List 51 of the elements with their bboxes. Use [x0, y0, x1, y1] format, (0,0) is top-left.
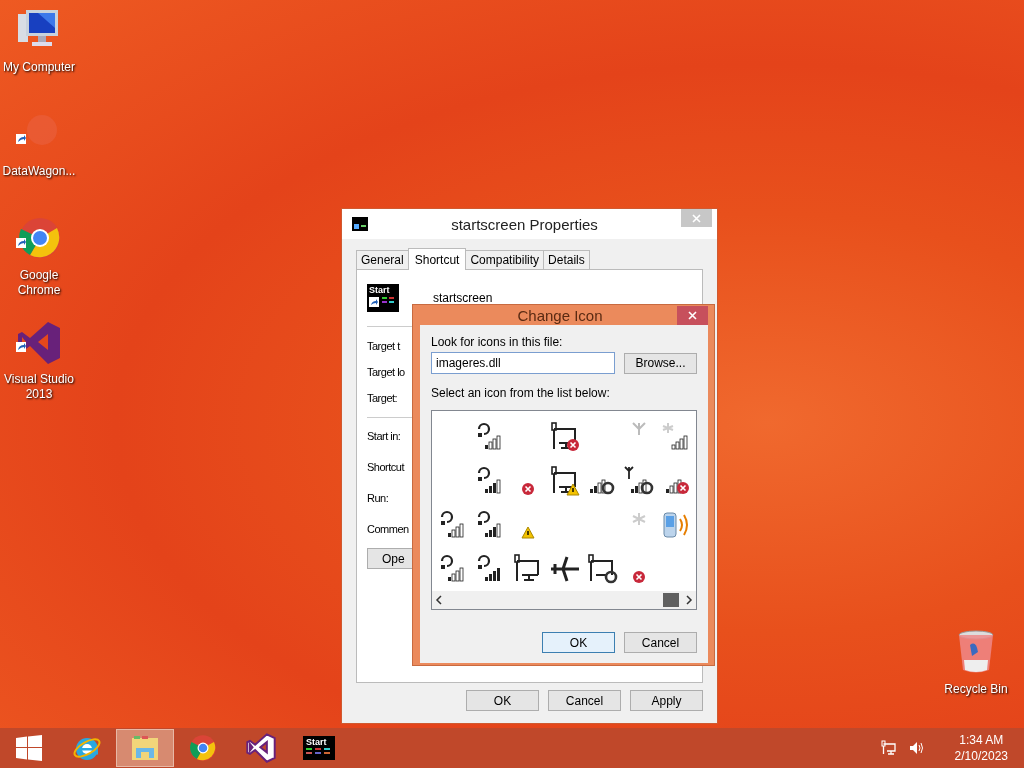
list-label: Select an icon from the list below:	[431, 386, 611, 400]
network-icon[interactable]	[585, 553, 618, 585]
chrome-icon[interactable]	[189, 734, 217, 762]
file-input-field[interactable]: imageres.dll	[431, 352, 615, 374]
app-name: startscreen	[433, 291, 493, 305]
dialog-button[interactable]: OK	[542, 632, 615, 653]
close-button[interactable]	[677, 306, 708, 325]
network-warning-icon[interactable]	[548, 465, 581, 497]
scrollbar-thumb[interactable]	[663, 593, 679, 607]
desktop-icon-label[interactable]: My Computer	[0, 60, 78, 75]
app-icon	[352, 217, 368, 231]
window-title: startscreen Properties	[450, 215, 599, 233]
close-icon	[692, 213, 701, 223]
startscreen-app-icon[interactable]: Start	[303, 736, 335, 760]
dialog-button[interactable]: Cancel	[548, 690, 621, 711]
clock[interactable]: 1:34 AM 2/10/2023	[954, 732, 1008, 764]
close-icon	[688, 311, 697, 320]
tab[interactable]: Compatibility	[465, 250, 545, 269]
dialog-button[interactable]: Cancel	[624, 632, 697, 653]
desktop-icon-label[interactable]: Google Chrome	[0, 268, 78, 298]
folder-icon	[130, 734, 160, 762]
scroll-right-icon[interactable]	[685, 595, 693, 605]
dialog-button[interactable]: OK	[466, 690, 539, 711]
visual-studio-icon[interactable]	[246, 733, 276, 763]
tab[interactable]: Details	[543, 250, 590, 269]
scroll-left-icon[interactable]	[435, 595, 443, 605]
field-label: Target t	[367, 340, 400, 352]
icon-list[interactable]	[431, 410, 697, 610]
field-label: Look for icons in this file:	[431, 335, 564, 349]
field-label: Shortcut	[367, 461, 404, 473]
field-label: Commen	[367, 523, 409, 535]
desktop-icon-label[interactable]: Visual Studio 2013	[0, 372, 78, 402]
tab[interactable]: General	[356, 250, 409, 269]
browse-button[interactable]: Browse...	[624, 352, 697, 374]
visual-studio-icon	[16, 320, 62, 364]
tab[interactable]: Shortcut	[407, 248, 467, 270]
field-label: Start in:	[367, 430, 401, 442]
field-label: Target lo	[367, 366, 405, 378]
desktop-icon-label[interactable]: DataWagon...	[0, 164, 78, 179]
field-label: Target:	[367, 392, 398, 404]
speaker-icon[interactable]	[908, 740, 925, 756]
chrome-icon	[16, 216, 62, 260]
app-icon: Start	[367, 284, 399, 312]
desktop-icon-label[interactable]: Recycle Bin	[944, 682, 1008, 696]
field-label: Run:	[367, 492, 389, 504]
signal-bars-icon[interactable]	[622, 465, 655, 497]
windows-logo-icon[interactable]	[16, 735, 42, 761]
recycle-bin-icon	[956, 630, 996, 674]
network-error-icon[interactable]	[548, 421, 581, 453]
dialog-button[interactable]: Apply	[630, 690, 703, 711]
dialog-title: Change Icon	[516, 306, 604, 324]
